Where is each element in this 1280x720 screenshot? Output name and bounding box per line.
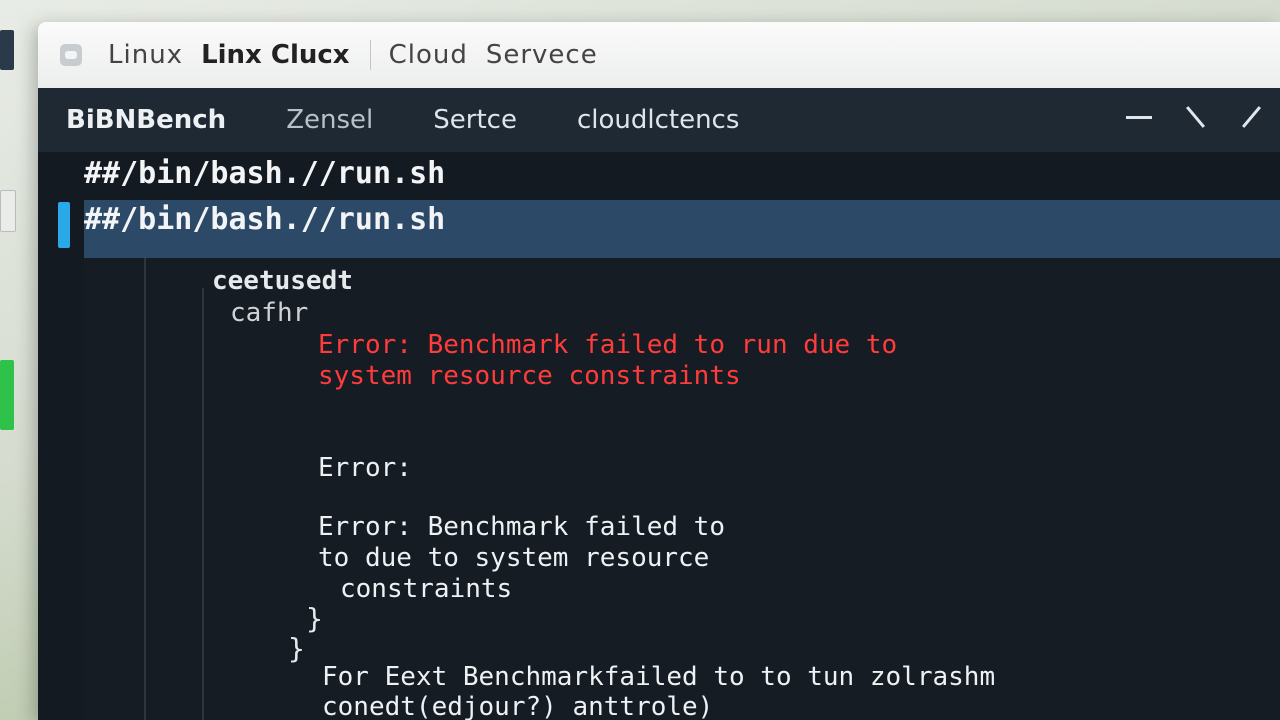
- menu-item-bibnbench[interactable]: BiBNBench: [66, 105, 226, 135]
- desktop-background: Linux Linx Clucx Cloud Servece BiBNBench…: [0, 0, 1280, 720]
- error-message-line2: to due to system resource: [318, 543, 710, 573]
- block-subheader: cafhr: [230, 298, 309, 328]
- minimize-icon[interactable]: [1124, 102, 1154, 132]
- title-divider: [369, 40, 371, 70]
- indent-guide: [144, 258, 146, 720]
- error-message-red-line2: system resource constraints: [318, 361, 741, 391]
- footer-line1: For Eext Benchmarkfailed to to tun zolra…: [322, 662, 996, 692]
- menu-item-zensel[interactable]: Zensel: [286, 105, 373, 135]
- closing-brace-inner: }: [306, 602, 323, 635]
- shebang-line: ##/bin/bash.//run.sh: [84, 156, 446, 191]
- app-logo-icon: [60, 44, 82, 66]
- terminal-panel[interactable]: ##/bin/bash.//run.sh ##/bin/bash.//run.s…: [38, 152, 1280, 720]
- menu-item-cloudlctencs[interactable]: cloudlctencs: [577, 105, 739, 135]
- closing-brace-outer: }: [288, 632, 305, 665]
- maximize-icon[interactable]: [1180, 102, 1210, 132]
- desktop-file-icon[interactable]: [0, 190, 16, 232]
- code-output-area[interactable]: ceetusedt cafhr Error: Benchmark failed …: [84, 258, 1280, 720]
- desktop-green-app-icon[interactable]: [0, 360, 14, 430]
- cursor-marker: [58, 202, 70, 248]
- menu-bar: BiBNBench Zensel Sertce cloudlctencs: [38, 88, 1280, 152]
- indent-guide: [202, 288, 204, 720]
- title-cloud: Cloud: [388, 40, 468, 70]
- close-icon[interactable]: [1236, 102, 1266, 132]
- desktop-app-icon[interactable]: [0, 30, 14, 70]
- error-message-line3: constraints: [340, 574, 513, 604]
- block-header: ceetusedt: [212, 266, 353, 296]
- window-titlebar[interactable]: Linux Linx Clucx Cloud Servece: [38, 22, 1280, 88]
- window-controls: [1124, 102, 1266, 132]
- error-message-line1: Error: Benchmark failed to: [318, 512, 725, 542]
- error-label: Error:: [318, 453, 412, 483]
- error-message-red-line1: Error: Benchmark failed to run due to: [318, 330, 898, 360]
- title-service: Servece: [485, 40, 598, 70]
- title-app-name: Linx Clucx: [201, 40, 350, 70]
- shebang-line-selected: ##/bin/bash.//run.sh: [84, 202, 446, 237]
- footer-line2: conedt(edjour?) anttrole): [322, 692, 714, 720]
- title-linux: Linux: [108, 40, 184, 70]
- menu-item-sertce[interactable]: Sertce: [433, 105, 517, 135]
- app-window: Linux Linx Clucx Cloud Servece BiBNBench…: [38, 22, 1280, 720]
